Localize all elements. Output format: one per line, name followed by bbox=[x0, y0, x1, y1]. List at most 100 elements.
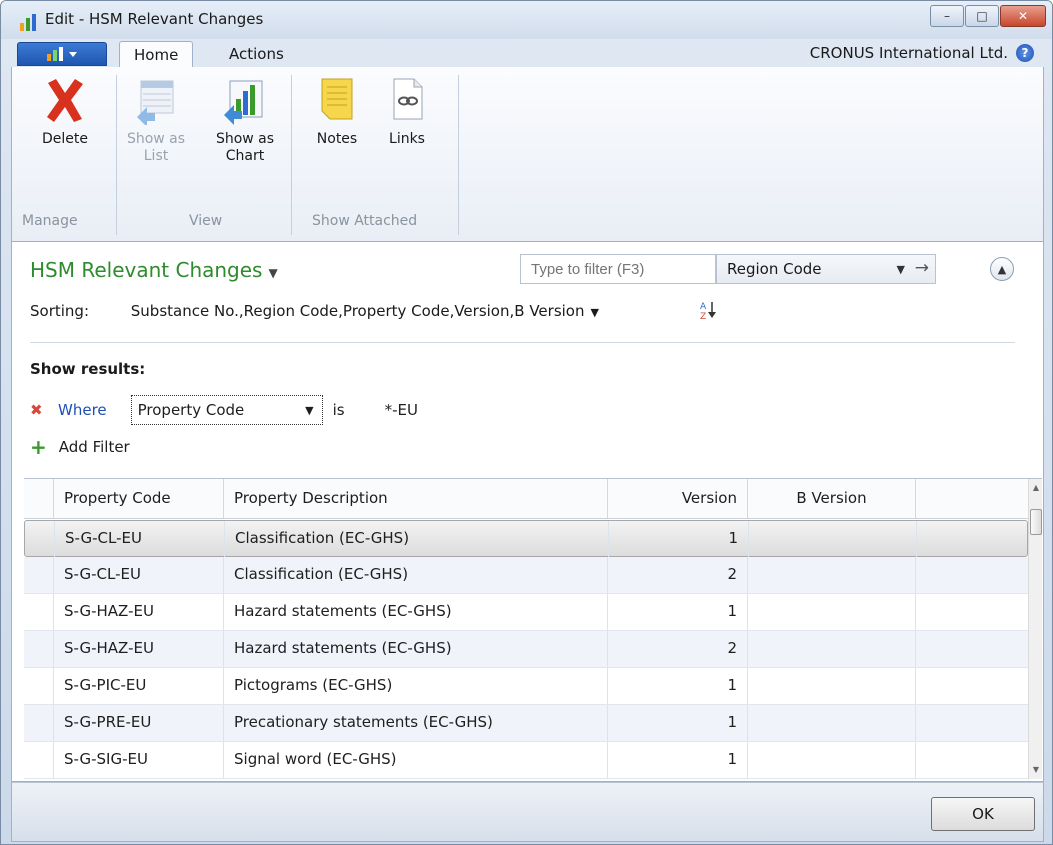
cell-property-description[interactable]: Hazard statements (EC-GHS) bbox=[224, 594, 608, 630]
notes-button[interactable]: Notes bbox=[306, 75, 368, 148]
filter-row: ✖ Where Property Code ▼ is *-EU bbox=[30, 395, 418, 425]
arrow-right-icon[interactable]: → bbox=[915, 258, 929, 278]
page-title-text: HSM Relevant Changes bbox=[30, 258, 263, 282]
table-row[interactable]: S-G-PRE-EU Precationary statements (EC-GH… bbox=[24, 705, 1028, 742]
table-row[interactable]: S-G-CL-EU Classification (EC-GHS) 2 bbox=[24, 557, 1028, 594]
filter-field-value: Region Code bbox=[727, 260, 822, 278]
ok-button[interactable]: OK bbox=[931, 797, 1035, 831]
cell-property-code[interactable]: S-G-CL-EU bbox=[54, 557, 224, 593]
scroll-down-icon[interactable]: ▼ bbox=[1029, 763, 1043, 777]
where-label[interactable]: Where bbox=[58, 401, 107, 419]
edit-window: Edit - HSM Relevant Changes – □ ✕ Home A… bbox=[0, 0, 1053, 845]
vertical-scrollbar[interactable]: ▲ ▼ bbox=[1028, 479, 1042, 779]
cell-b-version[interactable] bbox=[748, 742, 916, 778]
show-as-list-button[interactable]: Show as List bbox=[125, 75, 187, 165]
show-as-chart-button[interactable]: Show as Chart bbox=[205, 75, 285, 165]
links-icon bbox=[393, 78, 423, 120]
cell-b-version[interactable] bbox=[749, 521, 917, 557]
table-row[interactable]: S-G-CL-EU Classification (EC-GHS) 1 bbox=[24, 520, 1028, 557]
table-row[interactable]: S-G-HAZ-EU Hazard statements (EC-GHS) 1 bbox=[24, 594, 1028, 631]
cell-property-description[interactable]: Pictograms (EC-GHS) bbox=[224, 668, 608, 704]
cell-version[interactable]: 2 bbox=[608, 557, 748, 593]
row-selector-header bbox=[24, 479, 54, 518]
maximize-button[interactable]: □ bbox=[965, 5, 999, 27]
cell-b-version[interactable] bbox=[748, 594, 916, 630]
chevron-down-icon: ▼ bbox=[305, 404, 314, 417]
chevron-down-icon: ▼ bbox=[896, 263, 905, 276]
cell-property-description[interactable]: Signal word (EC-GHS) bbox=[224, 742, 608, 778]
column-header-b-version[interactable]: B Version bbox=[748, 479, 916, 518]
list-icon bbox=[137, 80, 174, 127]
sort-order-icon[interactable]: A Z bbox=[700, 300, 720, 322]
notes-icon bbox=[321, 78, 353, 120]
show-as-chart-label: Show as Chart bbox=[215, 131, 275, 164]
row-selector bbox=[25, 521, 55, 557]
footer-bar: OK bbox=[11, 782, 1044, 842]
tab-actions[interactable]: Actions bbox=[215, 41, 298, 68]
sorting-value[interactable]: Substance No.,Region Code,Property Code,… bbox=[131, 302, 585, 320]
cell-property-code[interactable]: S-G-SIG-EU bbox=[54, 742, 224, 778]
links-button[interactable]: Links bbox=[376, 75, 438, 148]
filter-property-select[interactable]: Property Code ▼ bbox=[130, 395, 323, 425]
table-row[interactable]: S-G-HAZ-EU Hazard statements (EC-GHS) 2 bbox=[24, 631, 1028, 668]
group-label-manage: Manage bbox=[22, 213, 78, 229]
row-selector bbox=[24, 557, 54, 593]
column-header-property-description[interactable]: Property Description bbox=[224, 479, 608, 518]
cell-property-code[interactable]: S-G-CL-EU bbox=[55, 521, 225, 557]
delete-label: Delete bbox=[42, 131, 88, 147]
cell-version[interactable]: 1 bbox=[609, 521, 749, 557]
group-label-view: View bbox=[189, 213, 223, 229]
group-label-show-attached: Show Attached bbox=[312, 213, 418, 229]
cell-property-description[interactable]: Hazard statements (EC-GHS) bbox=[224, 631, 608, 667]
collapse-button[interactable]: ▲ bbox=[990, 257, 1014, 281]
remove-filter-icon[interactable]: ✖ bbox=[30, 403, 44, 418]
window-title: Edit - HSM Relevant Changes bbox=[45, 10, 264, 28]
application-menu-button[interactable] bbox=[17, 42, 107, 66]
help-icon[interactable]: ? bbox=[1016, 44, 1034, 62]
delete-button[interactable]: Delete bbox=[34, 75, 96, 148]
sorting-row: Sorting: Substance No.,Region Code,Prope… bbox=[30, 302, 599, 320]
row-selector bbox=[24, 705, 54, 741]
column-header-version[interactable]: Version bbox=[608, 479, 748, 518]
cell-version[interactable]: 1 bbox=[608, 668, 748, 704]
add-filter-button[interactable]: + Add Filter bbox=[30, 437, 130, 457]
column-header-property-code[interactable]: Property Code bbox=[54, 479, 224, 518]
chevron-down-icon[interactable]: ▼ bbox=[590, 306, 598, 319]
sorting-label: Sorting: bbox=[30, 302, 89, 320]
cell-b-version[interactable] bbox=[748, 668, 916, 704]
page-title[interactable]: HSM Relevant Changes ▼ bbox=[30, 258, 278, 282]
table-row[interactable]: S-G-PIC-EU Pictograms (EC-GHS) 1 bbox=[24, 668, 1028, 705]
cell-version[interactable]: 1 bbox=[608, 594, 748, 630]
minimize-button[interactable]: – bbox=[930, 5, 964, 27]
filter-field-select[interactable]: Region Code ▼ → bbox=[716, 254, 936, 284]
filter-property-value: Property Code bbox=[137, 401, 245, 419]
cell-property-description[interactable]: Classification (EC-GHS) bbox=[225, 521, 609, 557]
svg-text:Z: Z bbox=[700, 312, 706, 320]
scroll-up-icon[interactable]: ▲ bbox=[1029, 481, 1043, 495]
cell-property-description[interactable]: Classification (EC-GHS) bbox=[224, 557, 608, 593]
row-selector bbox=[24, 594, 54, 630]
company-name: CRONUS International Ltd. ? bbox=[810, 44, 1034, 62]
cell-property-code[interactable]: S-G-HAZ-EU bbox=[54, 594, 224, 630]
show-results-label: Show results: bbox=[30, 360, 146, 378]
cell-property-description[interactable]: Precationary statements (EC-GHS) bbox=[224, 705, 608, 741]
close-button[interactable]: ✕ bbox=[1000, 5, 1046, 27]
cell-version[interactable]: 2 bbox=[608, 631, 748, 667]
notes-label: Notes bbox=[316, 131, 358, 147]
chevron-down-icon: ▼ bbox=[268, 266, 278, 280]
scroll-thumb[interactable] bbox=[1030, 509, 1042, 535]
divider bbox=[30, 342, 1015, 343]
cell-property-code[interactable]: S-G-PRE-EU bbox=[54, 705, 224, 741]
table-row[interactable]: S-G-SIG-EU Signal word (EC-GHS) 1 bbox=[24, 742, 1028, 779]
cell-version[interactable]: 1 bbox=[608, 705, 748, 741]
cell-version[interactable]: 1 bbox=[608, 742, 748, 778]
tab-home[interactable]: Home bbox=[119, 41, 194, 68]
cell-b-version[interactable] bbox=[748, 705, 916, 741]
filter-value[interactable]: *-EU bbox=[385, 401, 418, 419]
cell-property-code[interactable]: S-G-PIC-EU bbox=[54, 668, 224, 704]
row-selector bbox=[24, 631, 54, 667]
cell-b-version[interactable] bbox=[748, 631, 916, 667]
cell-b-version[interactable] bbox=[748, 557, 916, 593]
filter-input[interactable] bbox=[520, 254, 716, 284]
cell-property-code[interactable]: S-G-HAZ-EU bbox=[54, 631, 224, 667]
